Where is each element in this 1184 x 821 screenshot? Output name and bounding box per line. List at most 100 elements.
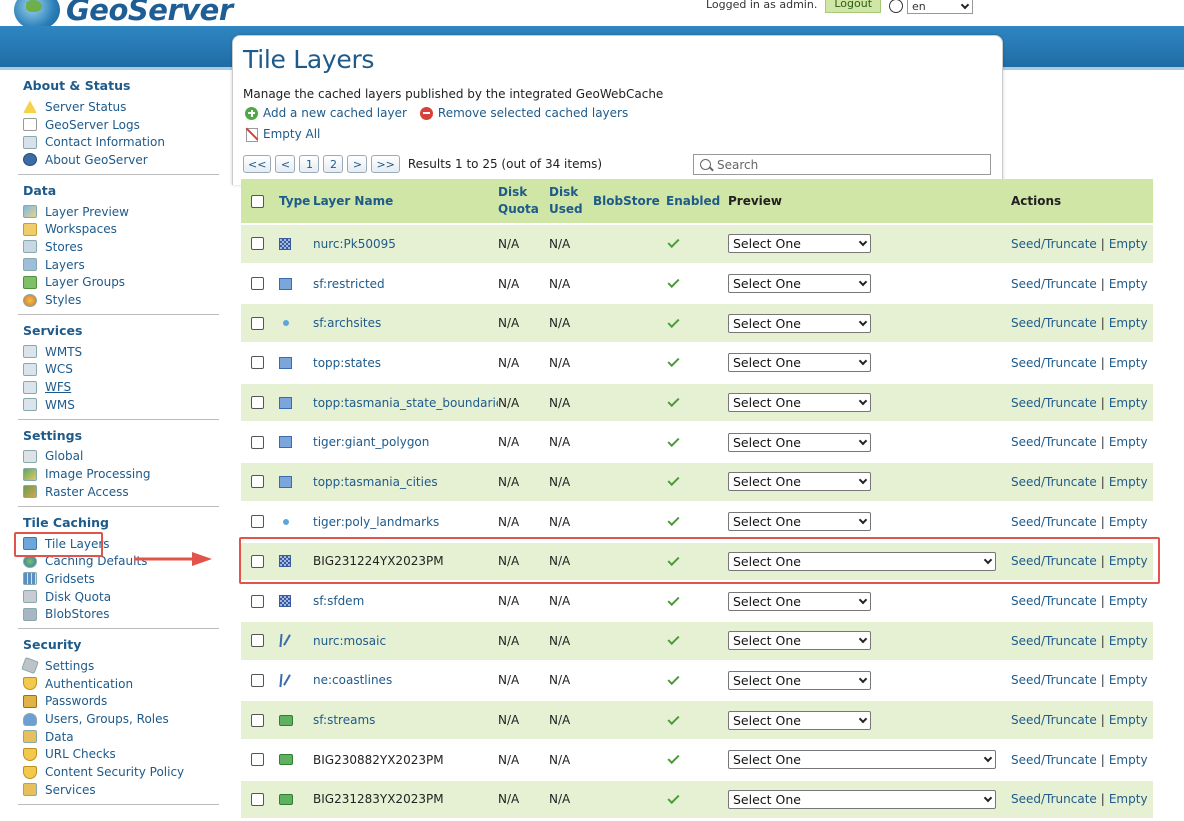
row-checkbox[interactable] xyxy=(251,475,264,489)
sidebar-item-users-groups-roles[interactable]: Users, Groups, Roles xyxy=(18,710,219,728)
pager-last-button[interactable]: >> xyxy=(371,155,400,173)
pager-next-button[interactable]: > xyxy=(347,155,368,173)
row-checkbox[interactable] xyxy=(251,792,264,806)
row-checkbox[interactable] xyxy=(251,554,264,568)
layer-name-link[interactable]: tiger:poly_landmarks xyxy=(313,515,498,529)
empty-link[interactable]: Empty xyxy=(1109,237,1148,251)
empty-link[interactable]: Empty xyxy=(1109,673,1148,687)
header-disk-used[interactable]: Disk Used xyxy=(549,184,593,218)
preview-select[interactable]: Select One xyxy=(728,274,871,294)
sidebar-item-styles[interactable]: Styles xyxy=(18,291,219,309)
seed-truncate-link[interactable]: Seed/Truncate xyxy=(1011,435,1097,449)
empty-link[interactable]: Empty xyxy=(1109,792,1148,806)
header-blobstore[interactable]: BlobStore xyxy=(593,194,666,208)
row-checkbox[interactable] xyxy=(251,237,264,251)
seed-truncate-link[interactable]: Seed/Truncate xyxy=(1011,475,1097,489)
pager-page-2-button[interactable]: 2 xyxy=(323,155,344,173)
sidebar-item-authentication[interactable]: Authentication xyxy=(18,675,219,693)
empty-link[interactable]: Empty xyxy=(1109,713,1148,727)
sidebar-item-stores[interactable]: Stores xyxy=(18,238,219,256)
seed-truncate-link[interactable]: Seed/Truncate xyxy=(1011,396,1097,410)
empty-link[interactable]: Empty xyxy=(1109,356,1148,370)
preview-select[interactable]: Select One xyxy=(728,353,871,373)
sidebar-item-blobstores[interactable]: BlobStores xyxy=(18,605,219,623)
add-cached-layer-link[interactable]: Add a new cached layer xyxy=(245,106,407,120)
layer-name-link[interactable]: sf:streams xyxy=(313,713,498,727)
preview-select[interactable]: Select One xyxy=(728,432,871,452)
row-checkbox[interactable] xyxy=(251,356,264,370)
preview-select[interactable]: Select One xyxy=(728,551,996,571)
layer-name-link[interactable]: sf:sfdem xyxy=(313,594,498,608)
pager-page-1-button[interactable]: 1 xyxy=(299,155,320,173)
seed-truncate-link[interactable]: Seed/Truncate xyxy=(1011,753,1097,767)
remove-cached-layers-link[interactable]: Remove selected cached layers xyxy=(419,106,628,120)
seed-truncate-link[interactable]: Seed/Truncate xyxy=(1011,277,1097,291)
layer-name-link[interactable]: nurc:Pk50095 xyxy=(313,237,498,251)
preview-select[interactable]: Select One xyxy=(728,591,871,611)
layer-name-link[interactable]: BIG231224YX2023PM xyxy=(313,554,498,568)
sidebar-item-security-services[interactable]: Services xyxy=(18,781,219,799)
layer-name-link[interactable]: topp:tasmania_state_boundaries xyxy=(313,396,498,410)
row-checkbox[interactable] xyxy=(251,396,264,410)
pager-first-button[interactable]: << xyxy=(243,155,272,173)
sidebar-item-raster-access[interactable]: Raster Access xyxy=(18,483,219,501)
empty-link[interactable]: Empty xyxy=(1109,554,1148,568)
row-checkbox[interactable] xyxy=(251,594,264,608)
row-checkbox[interactable] xyxy=(251,634,264,648)
empty-link[interactable]: Empty xyxy=(1109,634,1148,648)
header-type[interactable]: Type xyxy=(271,194,313,208)
preview-select[interactable]: Select One xyxy=(728,670,871,690)
layer-name-link[interactable]: topp:states xyxy=(313,356,498,370)
preview-select[interactable]: Select One xyxy=(728,631,871,651)
layer-name-link[interactable]: sf:archsites xyxy=(313,316,498,330)
sidebar-item-global[interactable]: Global xyxy=(18,448,219,466)
row-checkbox[interactable] xyxy=(251,713,264,727)
sidebar-item-passwords[interactable]: Passwords xyxy=(18,693,219,711)
layer-name-link[interactable]: BIG230882YX2023PM xyxy=(313,753,498,767)
preview-select[interactable]: Select One xyxy=(728,512,871,532)
sidebar-item-image-processing[interactable]: Image Processing xyxy=(18,465,219,483)
sidebar-item-layer-groups[interactable]: Layer Groups xyxy=(18,274,219,292)
preview-select[interactable]: Select One xyxy=(728,472,871,492)
preview-select[interactable]: Select One xyxy=(728,750,996,770)
preview-select[interactable]: Select One xyxy=(728,234,871,254)
layer-name-link[interactable]: tiger:giant_polygon xyxy=(313,435,498,449)
empty-link[interactable]: Empty xyxy=(1109,277,1148,291)
row-checkbox[interactable] xyxy=(251,277,264,291)
empty-link[interactable]: Empty xyxy=(1109,396,1148,410)
empty-link[interactable]: Empty xyxy=(1109,316,1148,330)
seed-truncate-link[interactable]: Seed/Truncate xyxy=(1011,356,1097,370)
preview-select[interactable]: Select One xyxy=(728,710,871,730)
sidebar-item-security-data[interactable]: Data xyxy=(18,728,219,746)
seed-truncate-link[interactable]: Seed/Truncate xyxy=(1011,713,1097,727)
sidebar-item-wcs[interactable]: WCS xyxy=(18,361,219,379)
layer-name-link[interactable]: sf:restricted xyxy=(313,277,498,291)
header-layer-name[interactable]: Layer Name xyxy=(313,194,498,208)
empty-link[interactable]: Empty xyxy=(1109,515,1148,529)
empty-link[interactable]: Empty xyxy=(1109,594,1148,608)
sidebar-item-gridsets[interactable]: Gridsets xyxy=(18,570,219,588)
empty-link[interactable]: Empty xyxy=(1109,475,1148,489)
preview-select[interactable]: Select One xyxy=(728,313,871,333)
sidebar-item-contact-information[interactable]: Contact Information xyxy=(18,133,219,151)
select-all-checkbox[interactable] xyxy=(251,194,264,208)
row-checkbox[interactable] xyxy=(251,515,264,529)
seed-truncate-link[interactable]: Seed/Truncate xyxy=(1011,316,1097,330)
sidebar-item-layers[interactable]: Layers xyxy=(18,256,219,274)
sidebar-item-workspaces[interactable]: Workspaces xyxy=(18,220,219,238)
sidebar-item-wfs[interactable]: WFS xyxy=(18,378,219,396)
layer-name-link[interactable]: topp:tasmania_cities xyxy=(313,475,498,489)
sidebar-item-disk-quota[interactable]: Disk Quota xyxy=(18,588,219,606)
empty-link[interactable]: Empty xyxy=(1109,753,1148,767)
layer-name-link[interactable]: ne:coastlines xyxy=(313,673,498,687)
preview-select[interactable]: Select One xyxy=(728,393,871,413)
seed-truncate-link[interactable]: Seed/Truncate xyxy=(1011,515,1097,529)
row-checkbox[interactable] xyxy=(251,673,264,687)
logout-button[interactable]: Logout xyxy=(825,0,882,13)
row-checkbox[interactable] xyxy=(251,316,264,330)
seed-truncate-link[interactable]: Seed/Truncate xyxy=(1011,594,1097,608)
header-disk-quota[interactable]: Disk Quota xyxy=(498,184,549,218)
sidebar-item-about-geoserver[interactable]: About GeoServer xyxy=(18,151,219,169)
row-checkbox[interactable] xyxy=(251,753,264,767)
sidebar-item-layer-preview[interactable]: Layer Preview xyxy=(18,203,219,221)
